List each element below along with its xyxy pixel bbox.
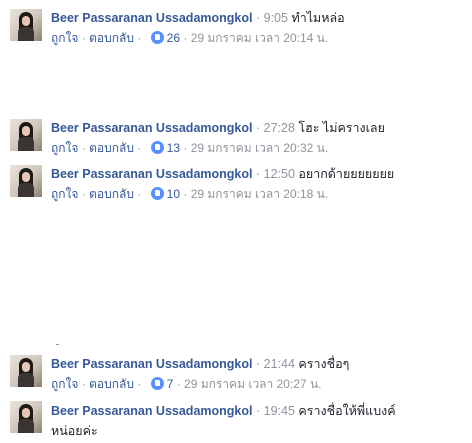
comment-timestamp[interactable]: 29 มกราคม เวลา 20:18 น. — [191, 187, 328, 201]
comment-body: Beer Passaranan Ussadamongkol · 12:50 อย… — [51, 166, 394, 182]
like-icon[interactable] — [150, 377, 164, 390]
separator: · — [183, 141, 188, 155]
comment-text: ทำไมหล่อ — [291, 11, 345, 25]
comment-body: Beer Passaranan Ussadamongkol · 9:05 ทำไ… — [51, 10, 345, 26]
avatar[interactable] — [10, 9, 42, 41]
video-time-marker[interactable]: 27:28 — [264, 121, 295, 135]
comment-text: โฮะ ไม่ครางเลย — [298, 121, 385, 135]
comment-text: ครางชื่อๆ — [298, 357, 350, 371]
author-name-link[interactable]: Beer Passaranan Ussadamongkol — [51, 121, 252, 135]
like-count[interactable]: 26 — [167, 31, 180, 45]
reply-link[interactable]: ตอบกลับ — [89, 377, 134, 391]
video-time-marker[interactable]: 21:44 — [264, 357, 295, 371]
like-count[interactable]: 10 — [167, 187, 180, 201]
avatar[interactable] — [10, 355, 42, 387]
comment-body: Beer Passaranan Ussadamongkol · 27:28 โฮ… — [51, 120, 385, 136]
separator: · — [81, 141, 86, 155]
video-time-marker[interactable]: 12:50 — [264, 167, 295, 181]
separator: · — [255, 121, 261, 135]
divider-dot — [56, 344, 59, 345]
comment-actions: ถูกใจ · ตอบกลับ · 7 · 29 มกราคม เวลา 20:… — [51, 376, 322, 392]
comment-actions: ถูกใจ · ตอบกลับ · 13 · 29 มกราคม เวลา 20… — [51, 140, 328, 156]
separator: · — [137, 377, 142, 391]
separator: · — [255, 167, 261, 181]
comment-body: Beer Passaranan Ussadamongkol · 19:45 คร… — [51, 403, 396, 419]
comment-text: อยากด้ายยยยยยย — [298, 167, 395, 181]
avatar[interactable] — [10, 165, 42, 197]
avatar[interactable] — [10, 119, 42, 151]
comment-body: Beer Passaranan Ussadamongkol · 21:44 คร… — [51, 356, 349, 372]
like-link[interactable]: ถูกใจ — [51, 141, 78, 155]
author-name-link[interactable]: Beer Passaranan Ussadamongkol — [51, 357, 252, 371]
avatar[interactable] — [10, 401, 42, 433]
separator: · — [255, 404, 261, 418]
separator: · — [183, 31, 188, 45]
like-icon[interactable] — [150, 141, 164, 154]
separator: · — [137, 31, 142, 45]
comment-timestamp[interactable]: 29 มกราคม เวลา 20:27 น. — [184, 377, 321, 391]
author-name-link[interactable]: Beer Passaranan Ussadamongkol — [51, 167, 252, 181]
separator: · — [183, 187, 188, 201]
author-name-link[interactable]: Beer Passaranan Ussadamongkol — [51, 11, 252, 25]
comment-actions: ถูกใจ · ตอบกลับ · 26 · 29 มกราคม เวลา 20… — [51, 30, 328, 46]
comment-text: ครางชื่อให้พี่แบงค์ — [298, 404, 396, 418]
like-count[interactable]: 7 — [167, 377, 174, 391]
separator: · — [176, 377, 181, 391]
comment-actions: ถูกใจ · ตอบกลับ · 10 · 29 มกราคม เวลา 20… — [51, 186, 328, 202]
reply-link[interactable]: ตอบกลับ — [89, 187, 134, 201]
reply-link[interactable]: ตอบกลับ — [89, 141, 134, 155]
separator: · — [255, 357, 261, 371]
like-count[interactable]: 13 — [167, 141, 180, 155]
separator: · — [81, 377, 86, 391]
comment-text-continued: หน่อยค่ะ — [51, 424, 98, 438]
author-name-link[interactable]: Beer Passaranan Ussadamongkol — [51, 404, 252, 418]
like-link[interactable]: ถูกใจ — [51, 377, 78, 391]
like-link[interactable]: ถูกใจ — [51, 31, 78, 45]
separator: · — [81, 187, 86, 201]
like-icon[interactable] — [150, 31, 164, 44]
separator: · — [81, 31, 86, 45]
reply-link[interactable]: ตอบกลับ — [89, 31, 134, 45]
video-time-marker[interactable]: 9:05 — [264, 11, 288, 25]
comment-timestamp[interactable]: 29 มกราคม เวลา 20:32 น. — [191, 141, 328, 155]
like-link[interactable]: ถูกใจ — [51, 187, 78, 201]
comment-timestamp[interactable]: 29 มกราคม เวลา 20:14 น. — [191, 31, 328, 45]
separator: · — [137, 187, 142, 201]
like-icon[interactable] — [150, 187, 164, 200]
video-time-marker[interactable]: 19:45 — [264, 404, 295, 418]
separator: · — [137, 141, 142, 155]
separator: · — [255, 11, 261, 25]
